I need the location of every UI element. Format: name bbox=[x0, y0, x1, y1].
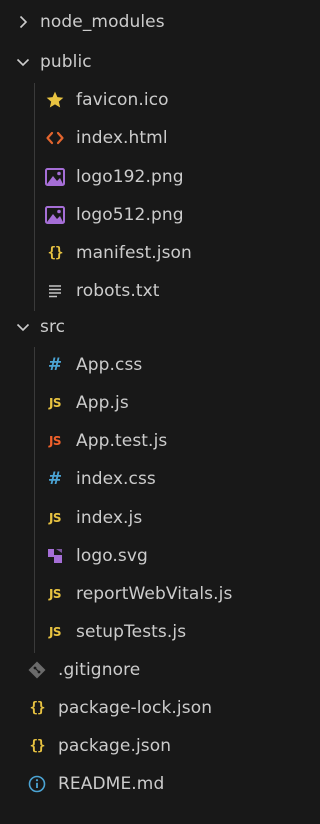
tree-item-node-modules[interactable]: node_modules bbox=[0, 3, 298, 41]
tree-item-index-css[interactable]: # index.css bbox=[0, 460, 320, 498]
tree-item-label: logo512.png bbox=[76, 204, 184, 225]
tree-item-label: logo.svg bbox=[76, 545, 148, 566]
json-braces-icon: {} bbox=[47, 245, 64, 261]
svg-icon bbox=[44, 545, 66, 567]
tree-item-label: manifest.json bbox=[76, 242, 192, 263]
tree-item-label: index.js bbox=[76, 507, 143, 528]
image-icon bbox=[44, 166, 66, 188]
tree-item-label: README.md bbox=[58, 773, 165, 794]
tree-item-package-lock-json[interactable]: {} package-lock.json bbox=[0, 689, 310, 727]
javascript-icon: JS bbox=[48, 511, 62, 525]
css-hash-icon: # bbox=[47, 468, 63, 489]
tree-item-index-html[interactable]: index.html bbox=[0, 119, 320, 157]
tree-item-logo192[interactable]: logo192.png bbox=[0, 158, 320, 196]
chevron-down-icon[interactable] bbox=[14, 318, 32, 336]
tree-item-label: package.json bbox=[58, 735, 172, 756]
tree-item-label: App.test.js bbox=[76, 430, 168, 451]
tree-item-label: reportWebVitals.js bbox=[76, 583, 233, 604]
tree-item-index-js[interactable]: JS index.js bbox=[0, 499, 320, 537]
tree-item-label: App.js bbox=[76, 392, 129, 413]
tree-item-package-json[interactable]: {} package.json bbox=[0, 727, 310, 765]
html-angle-brackets-icon bbox=[44, 127, 66, 149]
tree-item-setup-tests-js[interactable]: JS setupTests.js bbox=[0, 613, 320, 651]
info-icon bbox=[26, 773, 48, 795]
star-icon bbox=[44, 89, 66, 111]
tree-item-label: index.css bbox=[76, 468, 156, 489]
javascript-test-icon: JS bbox=[48, 434, 62, 448]
json-braces-icon: {} bbox=[29, 738, 46, 754]
chevron-right-icon[interactable] bbox=[14, 13, 32, 31]
tree-item-gitignore[interactable]: .gitignore bbox=[0, 651, 310, 689]
file-explorer: node_modules public favicon.ico index.ht… bbox=[0, 0, 284, 824]
tree-item-robots-txt[interactable]: robots.txt bbox=[0, 272, 320, 310]
image-icon bbox=[44, 204, 66, 226]
tree-item-label: robots.txt bbox=[76, 280, 160, 301]
javascript-icon: JS bbox=[48, 625, 62, 639]
text-lines-icon bbox=[44, 280, 66, 302]
tree-item-favicon[interactable]: favicon.ico bbox=[0, 81, 320, 119]
tree-item-label: logo192.png bbox=[76, 166, 184, 187]
tree-item-app-css[interactable]: # App.css bbox=[0, 346, 320, 384]
tree-item-app-js[interactable]: JS App.js bbox=[0, 384, 320, 422]
tree-item-label: setupTests.js bbox=[76, 621, 187, 642]
json-braces-icon: {} bbox=[29, 700, 46, 716]
chevron-down-icon[interactable] bbox=[14, 53, 32, 71]
tree-item-label: node_modules bbox=[40, 11, 165, 32]
tree-item-report-web-vitals-js[interactable]: JS reportWebVitals.js bbox=[0, 575, 320, 613]
tree-item-logo512[interactable]: logo512.png bbox=[0, 196, 320, 234]
tree-item-label: package-lock.json bbox=[58, 697, 213, 718]
javascript-icon: JS bbox=[48, 396, 62, 410]
tree-item-label: index.html bbox=[76, 127, 168, 148]
tree-item-logo-svg[interactable]: logo.svg bbox=[0, 537, 320, 575]
tree-item-label: App.css bbox=[76, 354, 143, 375]
javascript-icon: JS bbox=[48, 587, 62, 601]
tree-item-src[interactable]: src bbox=[0, 308, 298, 346]
tree-item-label: .gitignore bbox=[58, 659, 141, 680]
tree-item-label: src bbox=[40, 316, 66, 337]
tree-item-app-test-js[interactable]: JS App.test.js bbox=[0, 422, 320, 460]
tree-item-label: public bbox=[40, 51, 92, 72]
tree-item-readme-md[interactable]: README.md bbox=[0, 765, 310, 803]
git-diamond-icon bbox=[26, 659, 48, 681]
tree-item-manifest-json[interactable]: {} manifest.json bbox=[0, 234, 320, 272]
tree-item-public[interactable]: public bbox=[0, 43, 298, 81]
css-hash-icon: # bbox=[47, 354, 63, 375]
tree-item-label: favicon.ico bbox=[76, 89, 169, 110]
